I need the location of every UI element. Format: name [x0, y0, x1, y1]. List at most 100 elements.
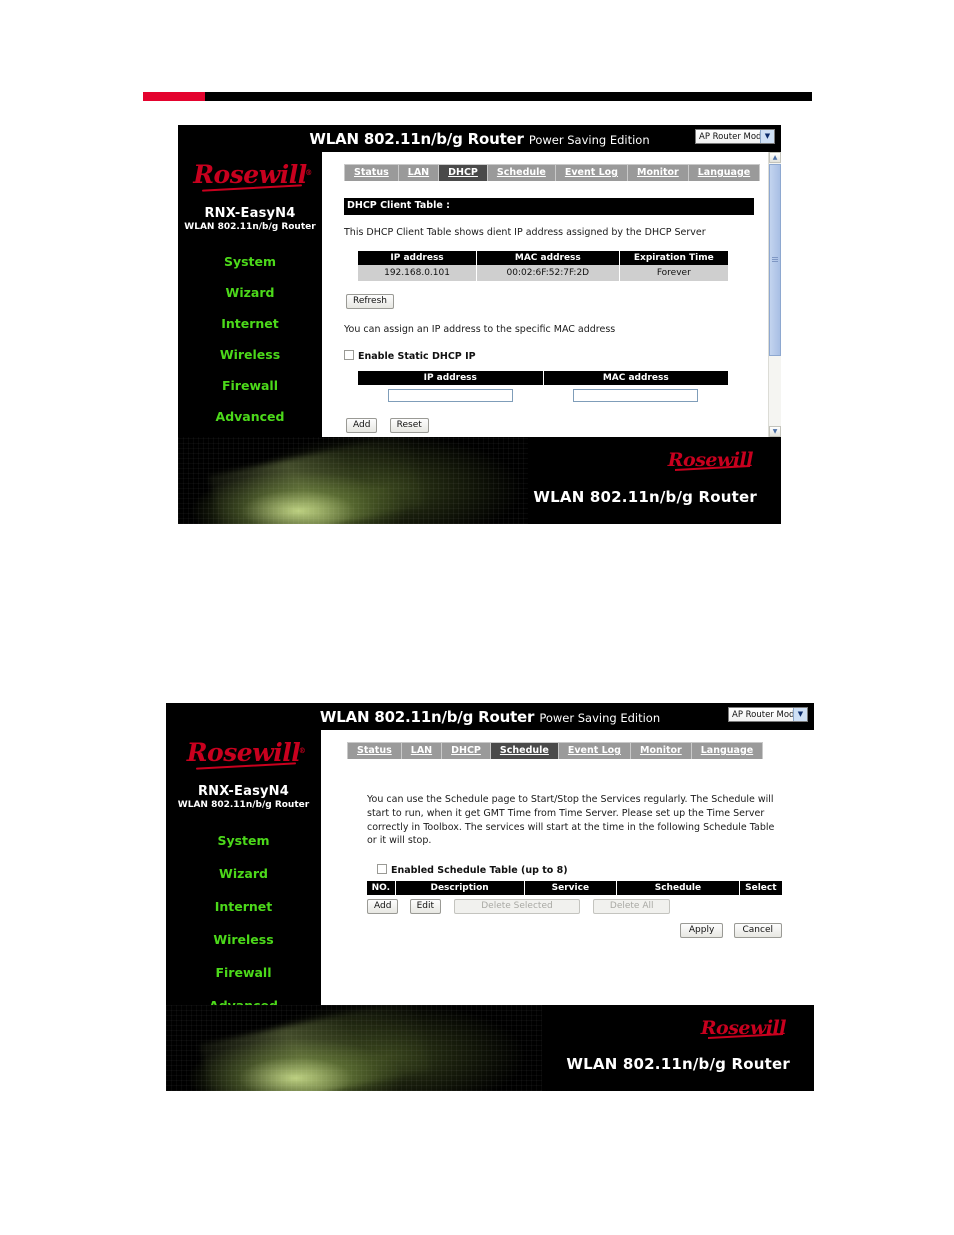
tab-monitor[interactable]: Monitor: [627, 165, 689, 181]
sidebar-item-wireless[interactable]: Wireless: [166, 923, 321, 956]
table-header-row: IP address MAC address: [358, 370, 728, 385]
sidebar-item-firewall[interactable]: Firewall: [166, 956, 321, 989]
ui-titlebar: WLAN 802.11n/b/g Router Power Saving Edi…: [178, 125, 781, 152]
ui-title-main: WLAN 802.11n/b/g Router: [309, 130, 524, 148]
brand-logo: Rosewill ®: [166, 736, 321, 776]
table-row: 192.168.0.101 00:02:6F:52:7F:2D Forever: [358, 264, 728, 281]
add-button[interactable]: Add: [367, 899, 399, 915]
column-static-ip-address: IP address: [358, 370, 544, 385]
cell-static-mac-input[interactable]: [543, 384, 728, 409]
scroll-up-icon[interactable]: ▲: [769, 152, 781, 163]
ui-title-sub: Power Saving Edition: [528, 133, 650, 147]
scroll-down-icon[interactable]: ▼: [769, 426, 781, 437]
column-ip-address: IP address: [358, 250, 478, 265]
table-header-row: IP address MAC address Expiration Time: [358, 250, 728, 265]
add-button[interactable]: Add: [346, 417, 378, 433]
tab-status[interactable]: Status: [345, 165, 399, 181]
edit-button[interactable]: Edit: [409, 899, 442, 915]
tab-dhcp[interactable]: DHCP: [439, 165, 488, 181]
tab-bar: Status LAN DHCP Schedule Event Log Monit…: [347, 742, 764, 759]
rosewill-wordmark-icon: Rosewill ®: [186, 736, 306, 770]
model-name: RNX-EasyN4: [204, 206, 296, 221]
sidebar-item-internet[interactable]: Internet: [166, 890, 321, 923]
sidebar-item-wizard[interactable]: Wizard: [166, 857, 321, 890]
cell-mac-address: 00:02:6F:52:7F:2D: [476, 264, 620, 281]
delete-selected-button: Delete Selected: [454, 899, 580, 915]
content-scrollbar[interactable]: ▲ ▼: [768, 152, 781, 437]
page-top-rule-accent: [143, 92, 205, 101]
column-select: Select: [739, 881, 782, 896]
enable-static-dhcp-row[interactable]: Enable Static DHCP IP: [344, 349, 754, 362]
schedule-table: NO. Description Service Schedule Select: [367, 881, 782, 896]
sidebar-item-advanced[interactable]: Advanced: [178, 401, 322, 432]
tab-event-log[interactable]: Event Log: [558, 743, 631, 759]
enable-static-dhcp-checkbox[interactable]: [344, 349, 354, 360]
tab-schedule[interactable]: Schedule: [490, 743, 559, 759]
sidebar-item-system[interactable]: System: [166, 824, 321, 857]
column-description: Description: [395, 881, 525, 896]
tab-schedule[interactable]: Schedule: [487, 165, 556, 181]
ui-title-main: WLAN 802.11n/b/g Router: [319, 708, 535, 726]
cancel-button[interactable]: Cancel: [733, 923, 782, 939]
table-row: [358, 384, 728, 409]
content-pane: ▲ ▼ Status LAN DHCP Schedule Event Log M…: [322, 152, 781, 437]
delete-all-button: Delete All: [592, 899, 671, 915]
ui-titlebar: WLAN 802.11n/b/g Router Power Saving Edi…: [166, 703, 814, 730]
ui-title-sub: Power Saving Edition: [539, 711, 661, 725]
chevron-down-icon[interactable]: ▼: [793, 708, 807, 721]
footer-banner: Rosewill WLAN 802.11n/b/g Router: [166, 1005, 814, 1091]
sidebar-item-internet[interactable]: Internet: [178, 308, 322, 339]
column-expiration-time: Expiration Time: [619, 250, 728, 265]
tab-lan[interactable]: LAN: [398, 165, 440, 181]
footer-product-title: WLAN 802.11n/b/g Router: [566, 1055, 790, 1073]
schedule-description: You can use the Schedule page to Start/S…: [367, 794, 775, 847]
sidebar-item-system[interactable]: System: [178, 246, 322, 277]
static-ip-input[interactable]: [387, 388, 513, 402]
cell-expiration-time: Forever: [619, 264, 728, 281]
column-schedule: Schedule: [616, 881, 740, 896]
apply-button[interactable]: Apply: [679, 923, 724, 939]
scrollbar-grip-icon: [772, 257, 778, 262]
column-mac-address: MAC address: [476, 250, 620, 265]
tab-language[interactable]: Language: [688, 165, 761, 181]
ui-title: WLAN 802.11n/b/g Router Power Saving Edi…: [166, 707, 814, 726]
enable-schedule-checkbox[interactable]: [377, 864, 387, 875]
scrollbar-thumb[interactable]: [769, 164, 781, 356]
ui-title: WLAN 802.11n/b/g Router Power Saving Edi…: [178, 129, 781, 148]
sidebar-menu: System Wizard Internet Wireless Firewall…: [178, 246, 322, 463]
rosewill-logo-text: Rosewill: [186, 738, 301, 767]
tab-event-log[interactable]: Event Log: [555, 165, 628, 181]
page-top-rule: [143, 92, 812, 101]
tab-monitor[interactable]: Monitor: [630, 743, 692, 759]
sidebar-item-firewall[interactable]: Firewall: [178, 370, 322, 401]
reset-button[interactable]: Reset: [389, 417, 429, 433]
model-subtitle: WLAN 802.11n/b/g Router: [184, 222, 316, 232]
model-name: RNX-EasyN4: [197, 784, 290, 799]
footer-banner: Rosewill WLAN 802.11n/b/g Router: [178, 437, 781, 524]
tab-lan[interactable]: LAN: [401, 743, 443, 759]
sidebar-item-wireless[interactable]: Wireless: [178, 339, 322, 370]
column-service: Service: [524, 881, 618, 896]
mode-select[interactable]: AP Router Mode ▼: [695, 129, 775, 144]
chevron-down-icon[interactable]: ▼: [760, 130, 774, 143]
enable-schedule-row[interactable]: Enabled Schedule Table (up to 8): [377, 864, 787, 876]
sidebar-item-wizard[interactable]: Wizard: [178, 277, 322, 308]
footer-rosewill-logo-icon: Rosewill: [700, 1017, 787, 1039]
column-no: NO.: [367, 881, 396, 896]
tab-language[interactable]: Language: [691, 743, 764, 759]
dhcp-table-description: This DHCP Client Table shows dient IP ad…: [344, 227, 706, 238]
static-dhcp-table: IP address MAC address: [358, 370, 728, 409]
refresh-button[interactable]: Refresh: [346, 293, 394, 309]
dhcp-client-table-heading: DHCP Client Table :: [344, 198, 754, 215]
tab-status[interactable]: Status: [348, 743, 402, 759]
static-mac-input[interactable]: [573, 388, 699, 402]
mode-select[interactable]: AP Router Mode ▼: [728, 707, 808, 722]
tab-dhcp[interactable]: DHCP: [442, 743, 491, 759]
cell-static-ip-input[interactable]: [358, 384, 544, 409]
dhcp-client-table: IP address MAC address Expiration Time 1…: [358, 250, 728, 281]
content-pane: Status LAN DHCP Schedule Event Log Monit…: [321, 730, 814, 1005]
brand-logo: Rosewill ®: [178, 158, 322, 198]
footer-product-title: WLAN 802.11n/b/g Router: [533, 488, 757, 506]
model-subtitle: WLAN 802.11n/b/g Router: [177, 800, 310, 810]
static-dhcp-description: You can assign an IP address to the spec…: [344, 323, 616, 335]
